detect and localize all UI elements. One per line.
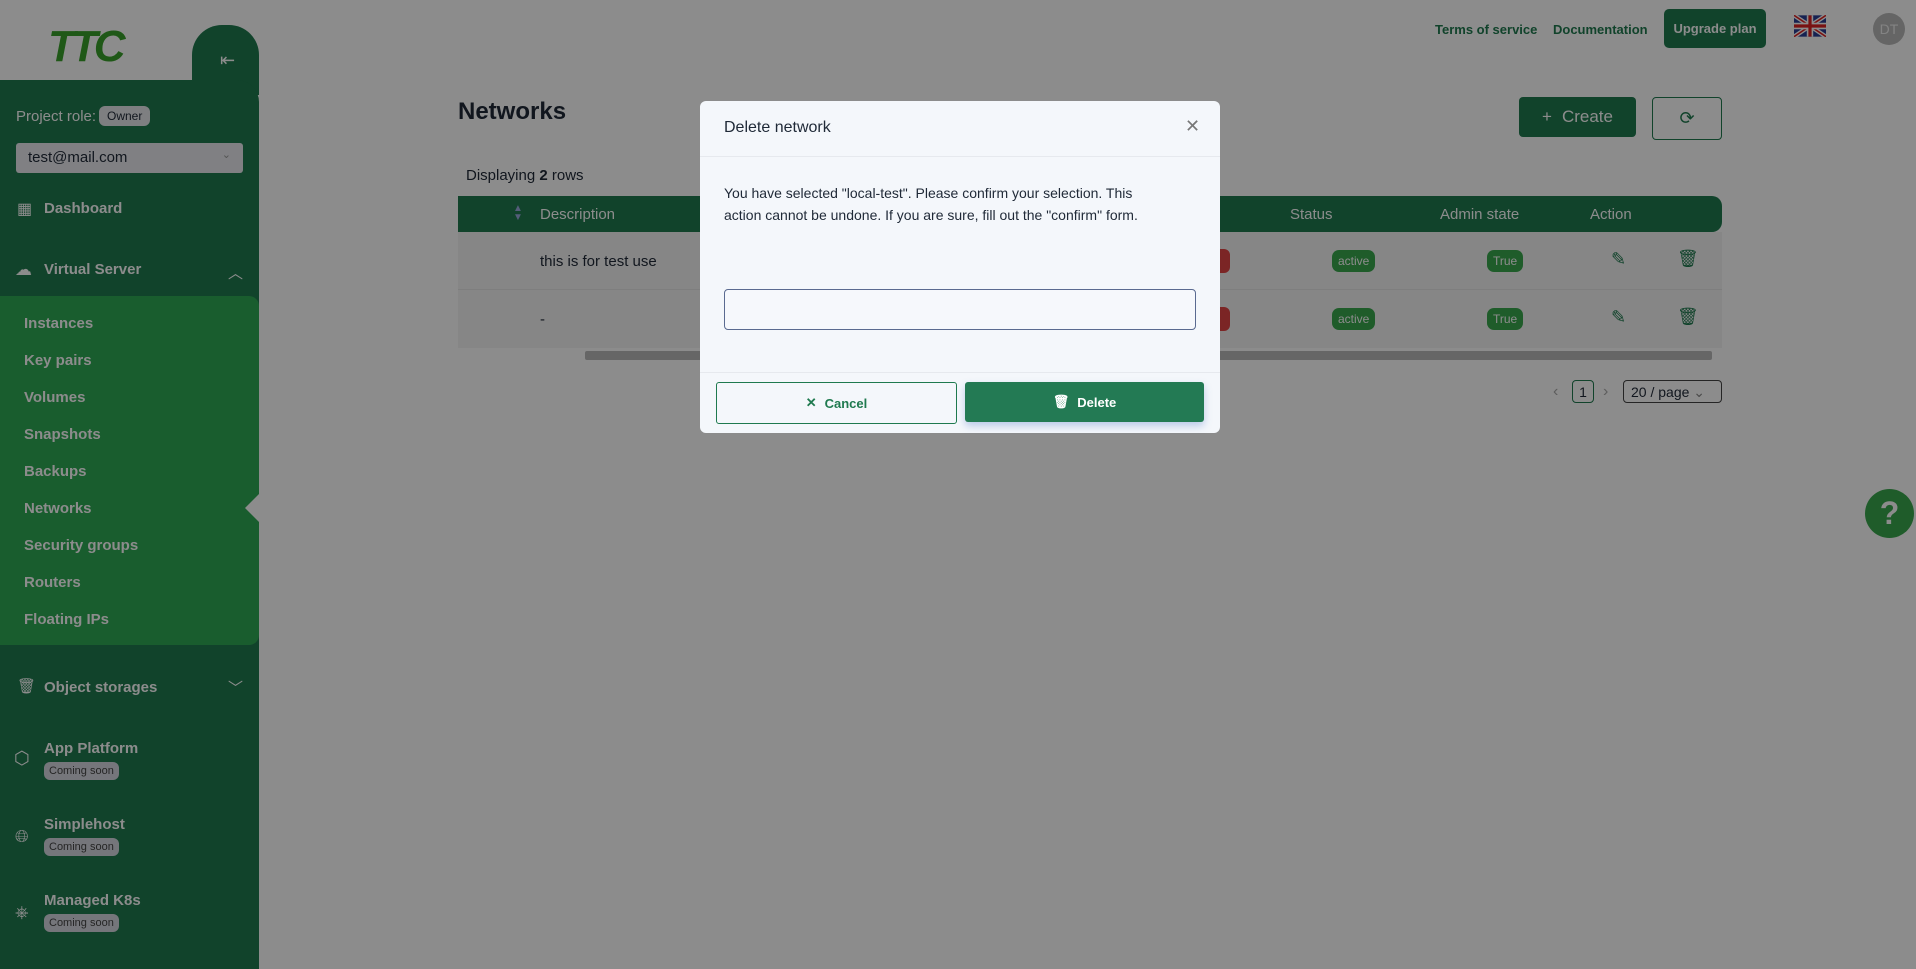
close-icon[interactable]: ✕ [1185,116,1200,137]
modal-message-line: You have selected "local-test". Please c… [724,185,1133,201]
delete-network-modal: Delete network ✕ You have selected "loca… [700,101,1220,433]
trash-icon: 🗑︎ [1052,394,1070,409]
delete-label: Delete [1077,394,1117,410]
delete-button[interactable]: 🗑︎ Delete [965,382,1204,422]
cancel-button[interactable]: ✕ Cancel [716,382,957,424]
confirm-input[interactable] [724,289,1196,330]
cancel-label: Cancel [824,395,868,411]
close-icon: ✕ [805,395,817,410]
modal-message-line: action cannot be undone. If you are sure… [724,207,1138,223]
modal-title: Delete network [724,119,831,136]
